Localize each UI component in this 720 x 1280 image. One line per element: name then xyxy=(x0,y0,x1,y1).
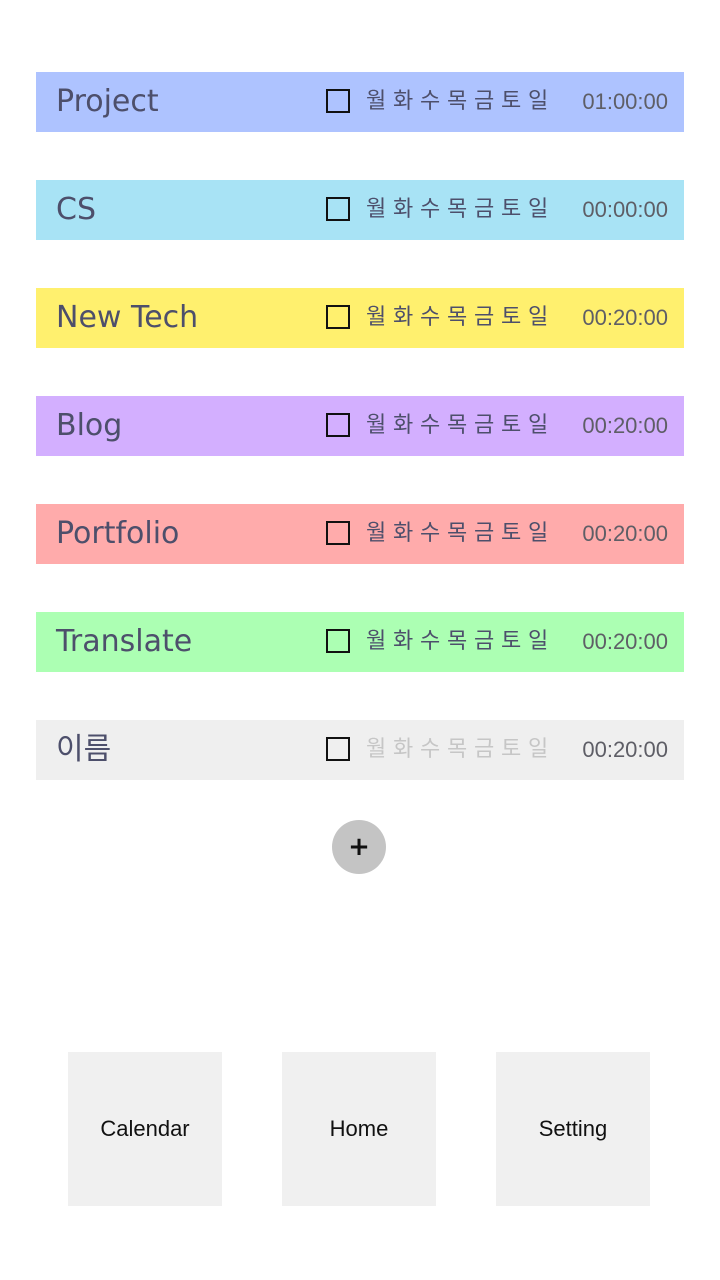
weekday-selector[interactable]: 월화수목금토일 xyxy=(366,504,555,564)
weekday-mon[interactable]: 월 xyxy=(366,396,393,456)
weekday-mon[interactable]: 월 xyxy=(366,72,393,132)
weekday-sun[interactable]: 일 xyxy=(528,720,555,780)
task-row-new-item[interactable]: 이름 월화수목금토일 00:20:00 xyxy=(36,720,684,780)
task-row-cs[interactable]: CS 월화수목금토일 00:00:00 xyxy=(36,180,684,240)
weekday-fri[interactable]: 금 xyxy=(474,72,501,132)
weekday-tue[interactable]: 화 xyxy=(393,612,420,672)
weekday-sat[interactable]: 토 xyxy=(501,72,528,132)
task-checkbox[interactable] xyxy=(326,629,350,653)
plus-icon: + xyxy=(348,832,370,862)
weekday-thu[interactable]: 목 xyxy=(447,720,474,780)
weekday-wed[interactable]: 수 xyxy=(420,180,447,240)
task-checkbox[interactable] xyxy=(326,197,350,221)
weekday-selector[interactable]: 월화수목금토일 xyxy=(366,288,555,348)
weekday-sun[interactable]: 일 xyxy=(528,612,555,672)
task-checkbox[interactable] xyxy=(326,737,350,761)
task-row-project[interactable]: Project 월화수목금토일 01:00:00 xyxy=(36,72,684,132)
task-name: Translate xyxy=(56,624,193,659)
weekday-sun[interactable]: 일 xyxy=(528,180,555,240)
weekday-sat[interactable]: 토 xyxy=(501,612,528,672)
weekday-wed[interactable]: 수 xyxy=(420,288,447,348)
weekday-thu[interactable]: 목 xyxy=(447,288,474,348)
weekday-thu[interactable]: 목 xyxy=(447,612,474,672)
task-row-portfolio[interactable]: Portfolio 월화수목금토일 00:20:00 xyxy=(36,504,684,564)
weekday-sat[interactable]: 토 xyxy=(501,504,528,564)
task-name-placeholder[interactable]: 이름 xyxy=(56,720,111,780)
weekday-sat[interactable]: 토 xyxy=(501,180,528,240)
weekday-tue[interactable]: 화 xyxy=(393,72,420,132)
weekday-tue[interactable]: 화 xyxy=(393,288,420,348)
task-time: 00:20:00 xyxy=(582,629,668,654)
task-checkbox[interactable] xyxy=(326,305,350,329)
weekday-mon[interactable]: 월 xyxy=(366,720,393,780)
task-time: 00:00:00 xyxy=(582,197,668,222)
task-time: 00:20:00 xyxy=(582,305,668,330)
task-name: Portfolio xyxy=(56,516,180,551)
task-checkbox[interactable] xyxy=(326,89,350,113)
nav-setting-label: Setting xyxy=(538,1116,608,1141)
weekday-selector[interactable]: 월화수목금토일 xyxy=(366,396,555,456)
weekday-wed[interactable]: 수 xyxy=(420,72,447,132)
weekday-sun[interactable]: 일 xyxy=(528,396,555,456)
task-row-translate[interactable]: Translate 월화수목금토일 00:20:00 xyxy=(36,612,684,672)
weekday-mon[interactable]: 월 xyxy=(366,504,393,564)
weekday-tue[interactable]: 화 xyxy=(393,720,420,780)
weekday-tue[interactable]: 화 xyxy=(393,180,420,240)
weekday-sun[interactable]: 일 xyxy=(528,72,555,132)
weekday-wed[interactable]: 수 xyxy=(420,612,447,672)
nav-home-label: Home xyxy=(329,1116,389,1141)
nav-setting-button[interactable]: Setting xyxy=(496,1052,650,1206)
weekday-sun[interactable]: 일 xyxy=(528,504,555,564)
weekday-sat[interactable]: 토 xyxy=(501,288,528,348)
task-name: New Tech xyxy=(56,300,199,335)
task-row-new-tech[interactable]: New Tech 월화수목금토일 00:20:00 xyxy=(36,288,684,348)
task-checkbox[interactable] xyxy=(326,413,350,437)
weekday-fri[interactable]: 금 xyxy=(474,288,501,348)
weekday-fri[interactable]: 금 xyxy=(474,180,501,240)
weekday-mon[interactable]: 월 xyxy=(366,612,393,672)
weekday-wed[interactable]: 수 xyxy=(420,396,447,456)
weekday-sat[interactable]: 토 xyxy=(501,396,528,456)
weekday-thu[interactable]: 목 xyxy=(447,504,474,564)
nav-home-button[interactable]: Home xyxy=(282,1052,436,1206)
task-time: 00:20:00 xyxy=(582,521,668,546)
weekday-thu[interactable]: 목 xyxy=(447,72,474,132)
weekday-sat[interactable]: 토 xyxy=(501,720,528,780)
weekday-selector[interactable]: 월화수목금토일 xyxy=(366,612,555,672)
weekday-wed[interactable]: 수 xyxy=(420,720,447,780)
weekday-selector[interactable]: 월화수목금토일 xyxy=(366,72,555,132)
weekday-wed[interactable]: 수 xyxy=(420,504,447,564)
nav-calendar-button[interactable]: Calendar xyxy=(68,1052,222,1206)
weekday-fri[interactable]: 금 xyxy=(474,612,501,672)
weekday-sun[interactable]: 일 xyxy=(528,288,555,348)
weekday-mon[interactable]: 월 xyxy=(366,180,393,240)
task-list: Project 월화수목금토일 01:00:00 CS 월화수목금토일 00:0… xyxy=(36,72,684,828)
task-checkbox[interactable] xyxy=(326,521,350,545)
weekday-tue[interactable]: 화 xyxy=(393,396,420,456)
nav-calendar-label: Calendar xyxy=(100,1116,190,1141)
task-time: 01:00:00 xyxy=(582,89,668,114)
task-time: 00:20:00 xyxy=(582,737,668,762)
weekday-tue[interactable]: 화 xyxy=(393,504,420,564)
task-row-blog[interactable]: Blog 월화수목금토일 00:20:00 xyxy=(36,396,684,456)
weekday-thu[interactable]: 목 xyxy=(447,180,474,240)
weekday-selector[interactable]: 월화수목금토일 xyxy=(366,180,555,240)
task-name: Project xyxy=(56,84,159,119)
task-name: Blog xyxy=(56,408,123,443)
weekday-thu[interactable]: 목 xyxy=(447,396,474,456)
weekday-fri[interactable]: 금 xyxy=(474,720,501,780)
weekday-fri[interactable]: 금 xyxy=(474,396,501,456)
add-task-button[interactable]: + xyxy=(332,820,386,874)
weekday-selector[interactable]: 월화수목금토일 xyxy=(366,720,555,780)
task-time: 00:20:00 xyxy=(582,413,668,438)
weekday-fri[interactable]: 금 xyxy=(474,504,501,564)
weekday-mon[interactable]: 월 xyxy=(366,288,393,348)
task-name: CS xyxy=(56,192,96,227)
